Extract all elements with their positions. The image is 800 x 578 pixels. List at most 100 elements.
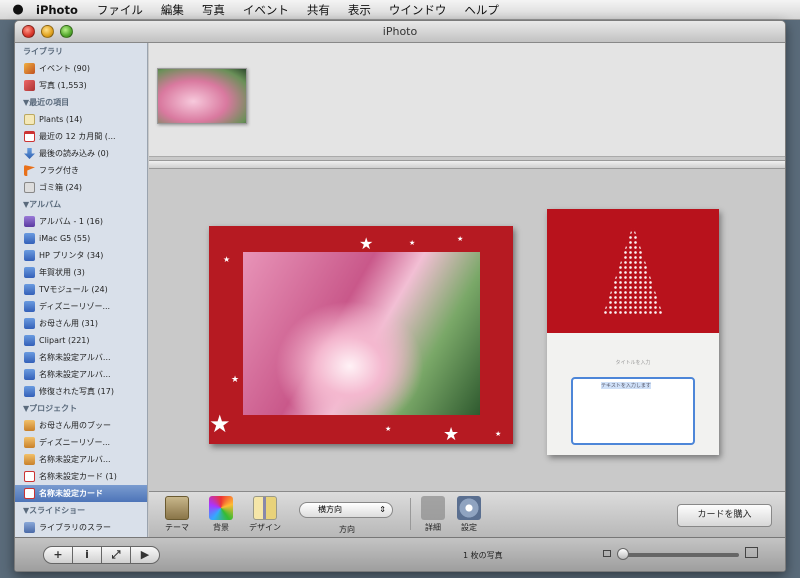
source-list-sidebar[interactable]: ライブラリ イベント (90) 写真 (1,553) ▼最近の項目 Plants…	[15, 43, 148, 537]
add-button[interactable]: +	[43, 546, 73, 564]
gear-icon	[457, 496, 481, 520]
star-decoration: ★	[223, 255, 231, 264]
sidebar-item-last-import[interactable]: 最後の読み込み (0)	[15, 145, 147, 162]
sidebar-item-album[interactable]: 名称未設定アルバ...	[15, 349, 147, 366]
card-inside-top	[547, 209, 719, 333]
sidebar-item-album[interactable]: Clipart (221)	[15, 332, 147, 349]
sidebar-item-album[interactable]: iMac G5 (55)	[15, 230, 147, 247]
sidebar-item-album[interactable]: 年賀状用 (3)	[15, 264, 147, 281]
photo-thumbnail[interactable]	[157, 68, 247, 124]
pane-splitter[interactable]	[149, 160, 785, 169]
sidebar-item-label: ゴミ箱 (24)	[39, 183, 82, 192]
background-button[interactable]: 背景	[201, 496, 241, 533]
zoom-button[interactable]	[60, 25, 73, 38]
menu-photos[interactable]: 写真	[202, 2, 225, 18]
sidebar-item-flagged[interactable]: フラグ付き	[15, 162, 147, 179]
menu-edit[interactable]: 編集	[161, 2, 184, 18]
menu-help[interactable]: ヘルプ	[464, 2, 499, 18]
folder-icon	[24, 114, 35, 125]
photo-browser[interactable]	[149, 43, 785, 157]
star-decoration: ★	[209, 410, 231, 438]
sidebar-item-project[interactable]: お母さん用のブッー	[15, 417, 147, 434]
sidebar-item-label: iMac G5 (55)	[39, 234, 91, 243]
card-front-page[interactable]: ★ ★ ★ ★ ★ ★ ★ ★ ★	[209, 226, 513, 444]
sidebar-item-label: 修復された写真 (17)	[39, 387, 114, 396]
settings-button[interactable]: 設定	[449, 496, 489, 533]
close-button[interactable]	[22, 25, 35, 38]
sidebar-item-slideshow[interactable]: ライブラリのスラー	[15, 519, 147, 536]
zoom-slider-knob[interactable]	[617, 548, 629, 560]
event-icon	[24, 63, 35, 74]
card-inside-page[interactable]: タイトルを入力 テキストを入力します	[547, 209, 719, 455]
sidebar-section-header[interactable]: ▼アルバム	[15, 196, 147, 213]
sidebar-section-header[interactable]: ▼プロジェクト	[15, 400, 147, 417]
zoom-out-icon[interactable]	[603, 550, 611, 557]
sidebar-section-header[interactable]: ▼スライドショー	[15, 502, 147, 519]
star-decoration: ★	[385, 425, 392, 433]
menu-window[interactable]: ウインドウ	[389, 2, 447, 18]
album-icon	[24, 284, 35, 295]
sidebar-item-project[interactable]: ディズニーリゾー...	[15, 434, 147, 451]
slideshow-play-button[interactable]: ▶	[130, 546, 160, 564]
star-decoration: ★	[495, 430, 502, 438]
photos-icon	[24, 80, 35, 91]
minimize-button[interactable]	[41, 25, 54, 38]
sidebar-item-last-12-months[interactable]: 最近の 12 カ月間 (...	[15, 128, 147, 145]
card-photo[interactable]	[243, 252, 480, 415]
apple-menu-icon[interactable]: ●	[6, 2, 30, 17]
sidebar-item-photos[interactable]: 写真 (1,553)	[15, 77, 147, 94]
zoom-in-icon[interactable]	[745, 547, 758, 558]
christmas-tree-graphic	[603, 225, 663, 315]
sidebar-item-label: Plants (14)	[39, 115, 83, 124]
star-decoration: ★	[409, 239, 416, 247]
sidebar-item-album[interactable]: TVモジュール (24)	[15, 281, 147, 298]
sidebar-item-events[interactable]: イベント (90)	[15, 60, 147, 77]
card-icon	[24, 488, 35, 499]
sidebar-item-album[interactable]: 名称未設定アルバ...	[15, 366, 147, 383]
album-icon	[24, 267, 35, 278]
window-controls	[22, 25, 73, 38]
design-label: デザイン	[249, 523, 281, 532]
menu-view[interactable]: 表示	[348, 2, 371, 18]
sidebar-item-album[interactable]: 修復された写真 (17)	[15, 383, 147, 400]
theme-button[interactable]: テーマ	[157, 496, 197, 533]
sidebar-item-label: フラグ付き	[39, 166, 79, 175]
sidebar-item-album[interactable]: HP プリンタ (34)	[15, 247, 147, 264]
star-decoration: ★	[231, 375, 240, 385]
sidebar-section-header[interactable]: ▼最近の項目	[15, 94, 147, 111]
sidebar-item-label: 名称未設定カード	[39, 489, 103, 498]
fullscreen-button[interactable]: ⤢	[101, 546, 131, 564]
buy-card-button[interactable]: カードを購入	[677, 504, 772, 527]
info-button[interactable]: i	[72, 546, 102, 564]
card-title-text[interactable]: タイトルを入力	[547, 359, 719, 366]
sidebar-item-project[interactable]: 名称未設定アルバ...	[15, 451, 147, 468]
window-titlebar[interactable]: iPhoto	[15, 21, 785, 43]
menu-events[interactable]: イベント	[243, 2, 289, 18]
detail-button[interactable]: 詳細	[413, 496, 453, 533]
zoom-slider-track[interactable]	[621, 553, 739, 557]
sidebar-item-trash[interactable]: ゴミ箱 (24)	[15, 179, 147, 196]
orientation-select[interactable]: 横方向 ⇕	[299, 502, 393, 518]
card-text-field[interactable]: テキストを入力します	[571, 377, 695, 445]
menu-file[interactable]: ファイル	[97, 2, 143, 18]
sidebar-item-project[interactable]: 名称未設定カード (1)	[15, 468, 147, 485]
design-button[interactable]: デザイン	[245, 496, 285, 533]
sidebar-item-label: 写真 (1,553)	[39, 81, 87, 90]
detail-label: 詳細	[425, 523, 441, 532]
sidebar-item-label: 最近の 12 カ月間 (...	[39, 132, 116, 141]
menu-share[interactable]: 共有	[307, 2, 330, 18]
orientation-value: 横方向	[318, 505, 342, 514]
menu-app-name[interactable]: iPhoto	[36, 3, 78, 17]
sidebar-item-label: お母さん用のブッー	[39, 421, 111, 430]
sidebar-item-album[interactable]: お母さん用 (31)	[15, 315, 147, 332]
project-icon	[24, 454, 35, 465]
theme-icon	[165, 496, 189, 520]
sidebar-item-selected-card[interactable]: 名称未設定カード	[15, 485, 147, 502]
photo-count: 1 枚の写真	[463, 551, 503, 560]
sidebar-item-album[interactable]: アルバム - 1 (16)	[15, 213, 147, 230]
sidebar-item-label: 年賀状用 (3)	[39, 268, 85, 277]
project-icon	[24, 437, 35, 448]
sidebar-item-label: 名称未設定カード (1)	[39, 472, 117, 481]
sidebar-item-plants[interactable]: Plants (14)	[15, 111, 147, 128]
sidebar-item-album[interactable]: ディズニーリゾー...	[15, 298, 147, 315]
